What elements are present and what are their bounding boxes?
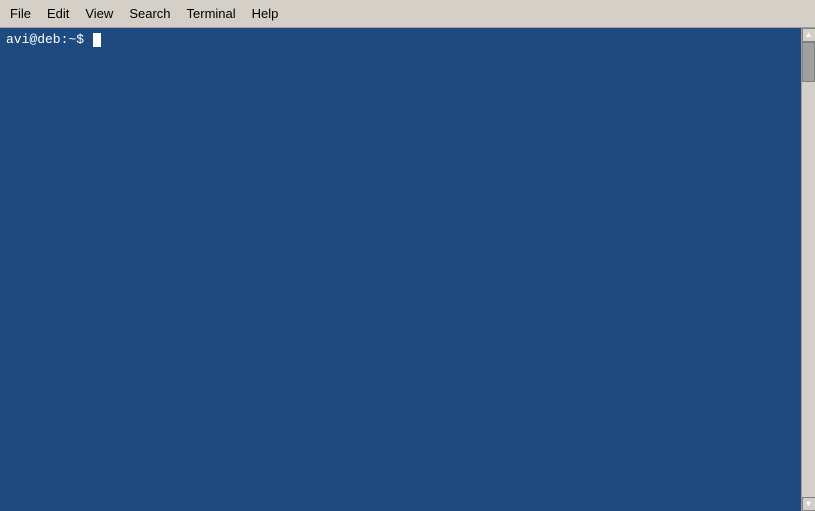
menu-file[interactable]: File (2, 3, 39, 24)
menubar: File Edit View Search Terminal Help (0, 0, 815, 28)
scrollbar[interactable]: ▲ ▼ (801, 28, 815, 511)
scrollbar-thumb[interactable] (802, 42, 815, 82)
menu-edit[interactable]: Edit (39, 3, 77, 24)
scrollbar-track[interactable] (802, 42, 815, 497)
scrollbar-up-button[interactable]: ▲ (802, 28, 815, 42)
prompt-line: avi@deb:~$ (6, 32, 809, 47)
menu-view[interactable]: View (77, 3, 121, 24)
menu-terminal[interactable]: Terminal (179, 3, 244, 24)
cursor (93, 33, 101, 47)
terminal-area[interactable]: avi@deb:~$ ▲ ▼ (0, 28, 815, 511)
menu-help[interactable]: Help (244, 3, 287, 24)
scrollbar-down-button[interactable]: ▼ (802, 497, 815, 511)
menu-search[interactable]: Search (121, 3, 178, 24)
prompt-text: avi@deb:~$ (6, 32, 92, 47)
